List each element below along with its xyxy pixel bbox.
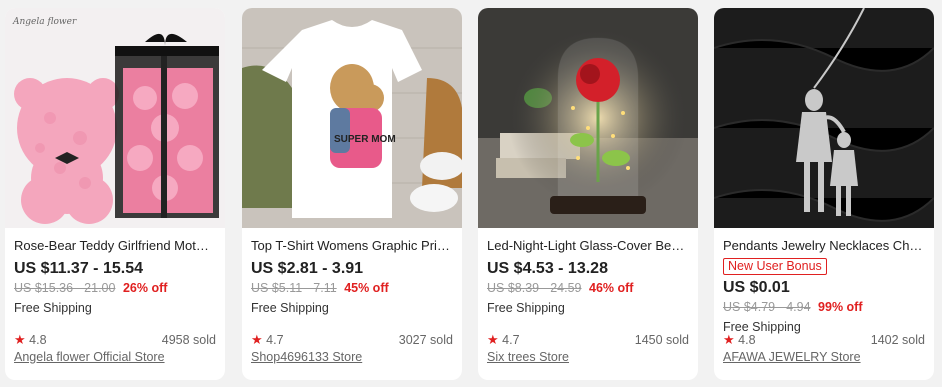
store-link[interactable]: Angela flower Official Store [14,350,165,364]
shipping-label: Free Shipping [251,301,329,315]
rating-row: ★ 4.7 3027 sold [251,332,453,348]
star-icon: ★ [723,332,735,347]
shipping-label: Free Shipping [487,301,565,315]
original-price-row: US $5.11 - 7.11 45% off [251,280,453,296]
discount-label: 99% off [818,300,863,314]
store-link[interactable]: Shop4696133 Store [251,350,362,364]
product-image[interactable] [714,8,934,228]
product-title[interactable]: Pendants Jewelry Necklaces Christ... [723,238,925,254]
product-image[interactable]: Angela flower [5,8,225,228]
product-grid: Angela flower Rose-Bear Teddy Girlfriend… [0,0,942,387]
rating-value: 4.8 [29,333,47,347]
product-card[interactable]: SUPER MOM Top T-Shirt Womens Graphic Pri… [242,8,462,380]
product-card[interactable]: Pendants Jewelry Necklaces Christ... New… [714,8,934,380]
store-watermark: Angela flower [12,17,77,27]
discount-label: 45% off [344,281,389,295]
store-link[interactable]: AFAWA JEWELRY Store [723,350,861,364]
product-price: US $4.53 - 13.28 [487,260,608,277]
star-icon: ★ [14,332,26,347]
rating-row: ★ 4.8 1402 sold [723,332,925,348]
product-title[interactable]: Top T-Shirt Womens Graphic Print ... [251,238,453,254]
rating-row: ★ 4.8 4958 sold [14,332,216,348]
original-price: US $15.36 - 21.00 [14,281,116,295]
store-link[interactable]: Six trees Store [487,350,569,364]
original-price: US $5.11 - 7.11 [251,281,337,295]
original-price: US $4.79 - 4.94 [723,300,811,314]
star-icon: ★ [251,332,263,347]
sold-count: 1402 sold [870,333,925,347]
original-price-row: US $15.36 - 21.00 26% off [14,280,216,296]
product-price: US $2.81 - 3.91 [251,260,364,277]
product-image[interactable] [478,8,698,228]
discount-label: 46% off [589,281,634,295]
sold-count: 1450 sold [634,333,689,347]
rating-value: 4.8 [738,333,756,347]
product-title[interactable]: Led-Night-Light Glass-Cover Beast ... [487,238,689,254]
product-price: US $11.37 - 15.54 [14,260,143,277]
tshirt-print-text: SUPER MOM [334,134,396,145]
rating-row: ★ 4.7 1450 sold [487,332,689,348]
product-card[interactable]: Led-Night-Light Glass-Cover Beast ... US… [478,8,698,380]
product-image[interactable]: SUPER MOM [242,8,462,228]
shipping-label: Free Shipping [14,301,92,315]
original-price-row: US $4.79 - 4.94 99% off [723,299,925,315]
rating-value: 4.7 [502,333,520,347]
new-user-bonus-badge: New User Bonus [723,258,827,275]
rating-value: 4.7 [266,333,284,347]
discount-label: 26% off [122,281,168,295]
product-price: US $0.01 [723,279,790,296]
product-title[interactable]: Rose-Bear Teddy Girlfriend Mothe... [14,238,216,254]
sold-count: 3027 sold [398,333,453,347]
star-icon: ★ [487,332,499,347]
original-price-row: US $8.39 - 24.59 46% off [487,280,689,296]
original-price: US $8.39 - 24.59 [487,281,582,295]
sold-count: 4958 sold [161,333,216,347]
product-card[interactable]: Angela flower Rose-Bear Teddy Girlfriend… [5,8,225,380]
